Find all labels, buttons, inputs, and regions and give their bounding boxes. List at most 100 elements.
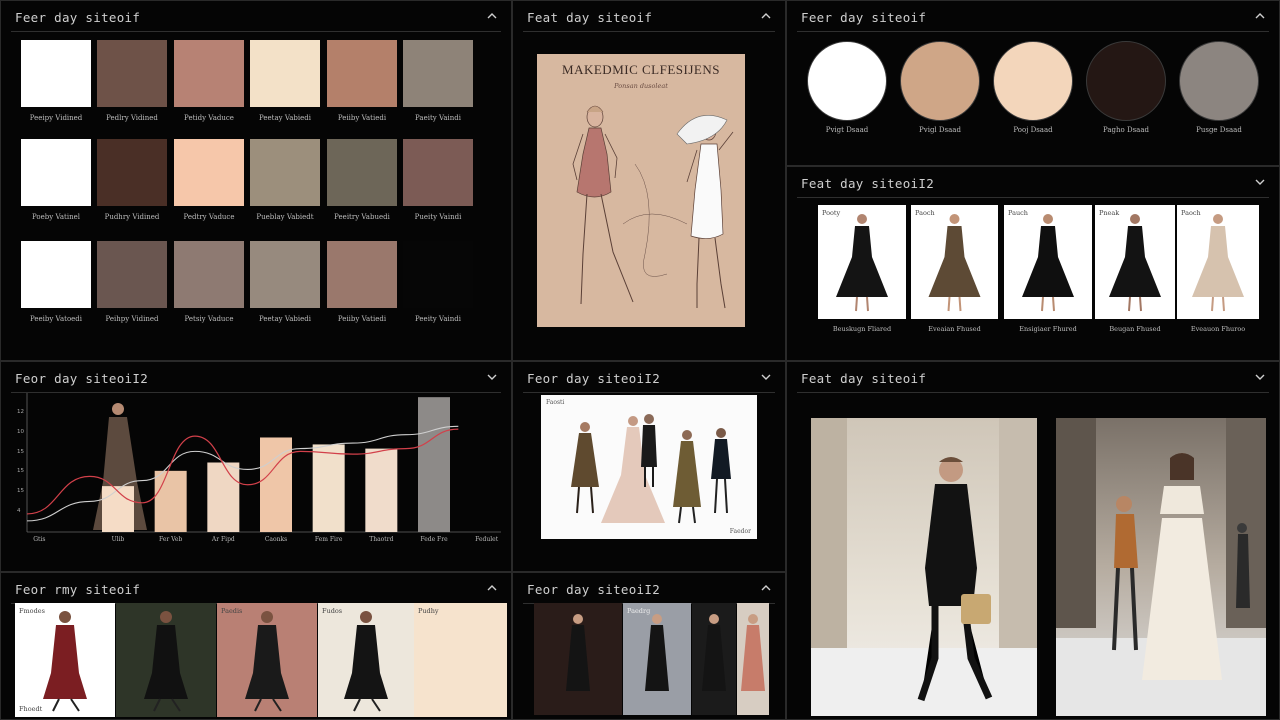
color-swatch[interactable] <box>174 40 244 107</box>
chevron-down-icon[interactable] <box>1253 175 1267 189</box>
lineup-label: Beuskugn Fliared <box>832 325 892 333</box>
panel-header: Feer day siteoif <box>1 1 511 35</box>
chevron-up-icon[interactable] <box>759 9 773 23</box>
color-swatch[interactable] <box>250 40 320 107</box>
panel-header: Feat day siteoiI2 <box>787 167 1279 201</box>
swatch-grid-panel: Feer day siteoif Peeipy Vidined Pedlry Vi… <box>0 0 512 361</box>
runway-photo-right[interactable] <box>1056 418 1266 716</box>
photo-tag: Paoch <box>915 209 935 217</box>
lineup-photo[interactable]: Pneak <box>1095 205 1175 319</box>
y-tick-label: 10 <box>17 428 24 435</box>
photo-tag: Fmodes <box>19 607 45 615</box>
circle-swatch-label: Pvigl Dsaad <box>919 126 961 134</box>
model-illustration <box>1022 214 1074 312</box>
group-photo-card[interactable]: Faosti Faedor <box>541 395 757 539</box>
color-swatch[interactable] <box>174 241 244 308</box>
model-illustration <box>344 611 388 712</box>
color-swatch[interactable] <box>250 139 320 206</box>
divider <box>797 197 1269 198</box>
lineup-label: Eveauon Fhuroo <box>1190 325 1246 333</box>
divider <box>797 392 1269 393</box>
lineup-label: Eveaian Fhused <box>928 325 981 333</box>
outfit-strip-panel: Feor rmy siteoif Fmodes Fhoedt Paedis Fudos… <box>0 572 512 720</box>
model-illustration <box>741 614 765 691</box>
color-swatch[interactable] <box>327 139 397 206</box>
color-swatch[interactable] <box>21 40 91 107</box>
color-swatch[interactable] <box>97 139 167 206</box>
divider <box>523 31 775 32</box>
fashion-sketch-card[interactable]: MAKEDMIC CLFESIJENS Ponsan dusoleat <box>537 54 745 327</box>
color-circle-swatch[interactable] <box>807 41 887 121</box>
runway-photo[interactable] <box>737 603 769 715</box>
x-tick-label: Thaotrd <box>369 536 394 543</box>
model-illustration <box>645 614 669 691</box>
swatch-label: Peihpy Vidined <box>105 315 159 323</box>
chevron-up-icon[interactable] <box>1253 9 1267 23</box>
swatch-label: Petsiy Vaduce <box>184 315 234 323</box>
color-circle-swatch[interactable] <box>1179 41 1259 121</box>
panel-title: Feer day siteoif <box>801 10 927 25</box>
photo-caption: Fhoedt <box>19 705 43 713</box>
outfit-photo[interactable]: Pudhy <box>414 603 507 717</box>
chart-bar[interactable] <box>365 448 398 532</box>
color-circle-swatch[interactable] <box>993 41 1073 121</box>
color-swatch[interactable] <box>327 40 397 107</box>
photo-tag: Fudos <box>322 607 343 615</box>
x-tick-label: Fede Fre <box>420 536 448 543</box>
panel-title: Feat day siteoif <box>527 10 653 25</box>
runway-photo[interactable]: Paedrg <box>623 603 691 715</box>
chart-bar[interactable] <box>207 462 240 533</box>
color-swatch[interactable] <box>21 241 91 308</box>
lineup-photo[interactable]: Paoch <box>1177 205 1259 319</box>
swatch-label: Pedtry Vaduce <box>183 213 235 221</box>
chevron-up-icon[interactable] <box>485 9 499 23</box>
swatch-label: Peiiby Vatiedi <box>337 315 387 323</box>
chart-bar[interactable] <box>312 444 345 532</box>
color-swatch[interactable] <box>403 40 473 107</box>
outfit-photo[interactable]: Fmodes Fhoedt <box>15 603 115 717</box>
runway-panel: Feat day siteoif <box>786 361 1280 720</box>
model-illustration <box>1192 214 1244 312</box>
divider <box>523 392 775 393</box>
runway-photo-left[interactable] <box>811 418 1037 716</box>
color-swatch[interactable] <box>97 241 167 308</box>
outfit-photo[interactable]: Fudos <box>318 603 414 717</box>
color-swatch[interactable] <box>250 241 320 308</box>
color-swatch[interactable] <box>403 241 473 308</box>
chevron-up-icon[interactable] <box>759 581 773 595</box>
swatch-label: Peeiby Vatoedi <box>29 315 83 323</box>
chevron-down-icon[interactable] <box>759 370 773 384</box>
photo-tag: Paedrg <box>627 607 651 615</box>
photo-tag: Pudhy <box>418 607 439 615</box>
swatch-label: Peeitry Vabuedi <box>334 213 390 221</box>
chart-bar[interactable] <box>154 470 187 532</box>
color-swatch[interactable] <box>21 139 91 206</box>
chart-panel: Feor day siteoiI2 4 15 15 15 10 12 Gtis Ulib Fer… <box>0 361 512 572</box>
color-swatch[interactable] <box>174 139 244 206</box>
color-circle-swatch[interactable] <box>900 41 980 121</box>
outfit-photo[interactable] <box>116 603 216 717</box>
chart-bar[interactable] <box>260 437 292 532</box>
lineup-photo[interactable]: Pooty <box>818 205 906 319</box>
swatch-label: Pudhry Vidined <box>104 213 160 221</box>
panel-title: Feat day siteoif <box>801 371 927 386</box>
chart-bar[interactable] <box>102 486 134 532</box>
chevron-up-icon[interactable] <box>485 581 499 595</box>
sketch-panel: Feat day siteoif MAKEDMIC CLFESIJENS Pon… <box>512 0 786 361</box>
chart-bar[interactable] <box>418 397 450 532</box>
lineup-photo[interactable]: Pauch <box>1004 205 1092 319</box>
outfit-photo[interactable]: Paedis <box>217 603 317 717</box>
divider <box>797 31 1269 32</box>
color-circle-swatch[interactable] <box>1086 41 1166 121</box>
x-tick-label: Ar Fipd <box>211 536 235 543</box>
model-illustration <box>566 614 590 691</box>
runway-photo[interactable] <box>692 603 736 715</box>
color-swatch[interactable] <box>97 40 167 107</box>
lineup-photo[interactable]: Paoch <box>911 205 998 319</box>
panel-header: Feat day siteoif <box>787 362 1279 396</box>
color-swatch[interactable] <box>327 241 397 308</box>
chevron-down-icon[interactable] <box>1253 370 1267 384</box>
runway-photo[interactable] <box>534 603 622 715</box>
color-swatch[interactable] <box>403 139 473 206</box>
model-illustration <box>836 214 888 312</box>
